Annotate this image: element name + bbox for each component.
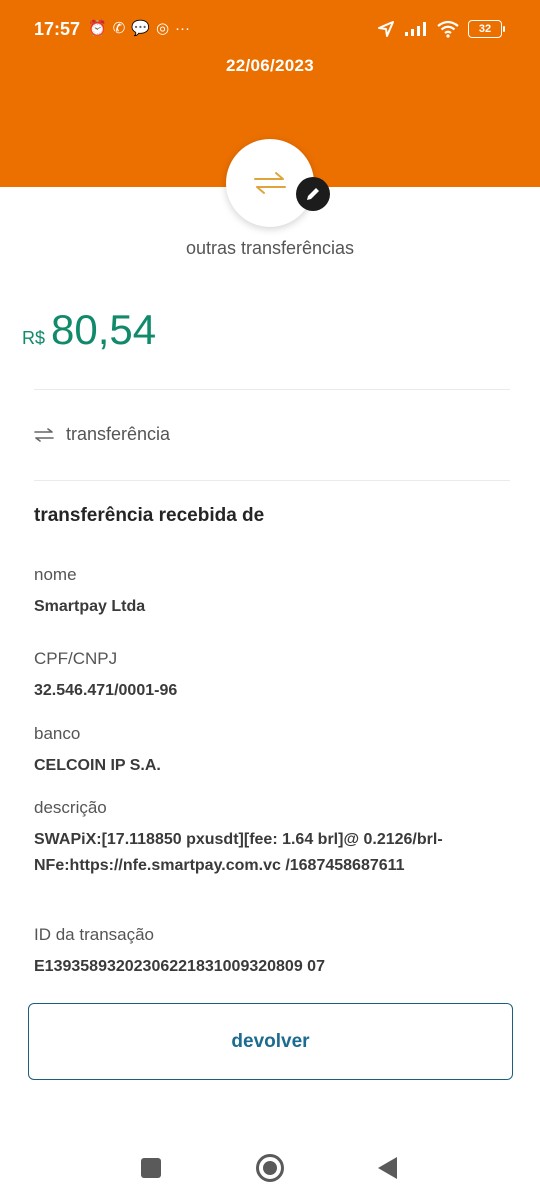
chat-icon: 💬 (131, 20, 150, 37)
alarm-icon: ⏰ (88, 20, 107, 37)
transaction-type: transferência (34, 424, 170, 445)
bank-field: banco CELCOIN IP S.A. (34, 724, 504, 779)
transaction-id-label: ID da transação (34, 925, 155, 944)
transaction-type-label: transferência (66, 424, 171, 444)
description-value: SWAPiX:[17.118850 pxusdt][fee: 1.64 brl]… (34, 831, 443, 874)
edit-category-button[interactable] (296, 177, 330, 211)
instagram-icon: ◎ (155, 20, 170, 37)
document-label: CPF/CNPJ (34, 649, 118, 668)
category-label: outras transferências (185, 238, 355, 258)
name-field: nome Smartpay Ltda (34, 565, 504, 620)
location-icon (378, 21, 394, 37)
amount-value: 80,54 (51, 306, 157, 353)
return-button[interactable]: devolver (28, 1003, 513, 1080)
section-title: transferência recebida de (34, 505, 265, 526)
divider (34, 389, 510, 390)
battery-icon: 32 (468, 20, 505, 38)
bank-value: CELCOIN IP S.A. (34, 757, 161, 774)
name-value: Smartpay Ltda (34, 598, 146, 615)
document-field: CPF/CNPJ 32.546.471/0001-96 (34, 649, 504, 704)
bank-label: banco (34, 724, 81, 743)
navigation-bar (0, 1130, 540, 1200)
document-value: 32.546.471/0001-96 (34, 682, 178, 699)
wifi-icon (437, 20, 459, 38)
currency-symbol: R$ (22, 328, 46, 348)
transfer-arrows-icon (34, 427, 54, 442)
status-notification-icons: ⏰ ✆ 💬 ◎ ··· (88, 20, 190, 38)
transaction-amount: R$ 80,54 (22, 306, 156, 354)
status-bar: 17:57 ⏰ ✆ 💬 ◎ ··· 32 (0, 0, 540, 60)
back-icon[interactable] (378, 1157, 397, 1179)
pencil-icon (307, 188, 319, 200)
whatsapp-icon: ✆ (112, 20, 126, 37)
transaction-id-field: ID da transação E13935893202306221831009… (34, 925, 504, 980)
battery-level: 32 (478, 23, 492, 35)
description-label: descrição (34, 798, 107, 817)
more-icon: ··· (175, 20, 191, 37)
divider (34, 480, 510, 481)
transaction-date: 22/06/2023 (225, 56, 315, 75)
transaction-id-value: E13935893202306221831009320809 07 (34, 958, 325, 975)
recent-apps-icon[interactable] (141, 1158, 161, 1178)
name-label: nome (34, 565, 77, 584)
transfer-arrows-icon (254, 172, 286, 194)
status-time: 17:57 (34, 19, 81, 39)
description-field: descrição SWAPiX:[17.118850 pxusdt][fee:… (34, 798, 504, 879)
home-icon[interactable] (256, 1154, 284, 1182)
signal-icon (405, 22, 426, 36)
status-system-icons: 32 (377, 20, 505, 38)
